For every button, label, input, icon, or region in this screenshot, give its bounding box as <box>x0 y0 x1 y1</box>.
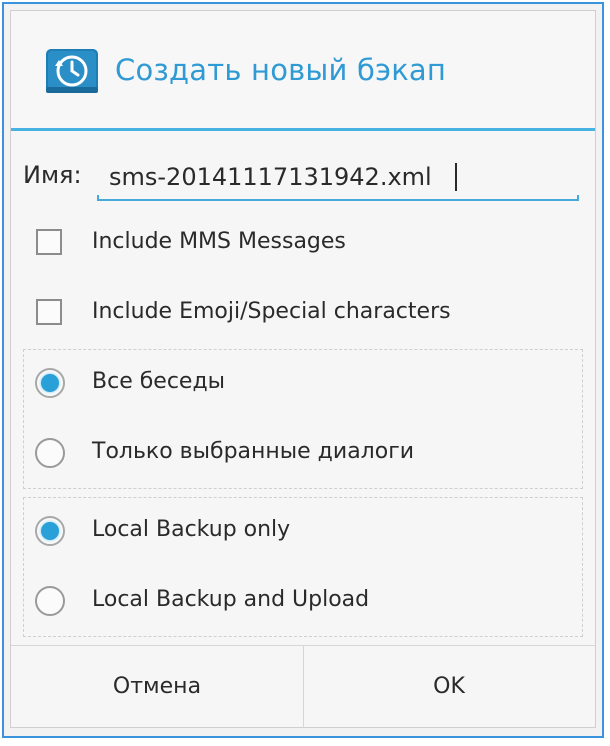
name-label: Имя: <box>23 161 82 189</box>
include-mms-option[interactable]: Include MMS Messages <box>11 209 595 279</box>
all-conversations-radio[interactable] <box>35 368 65 398</box>
selected-dialogs-radio[interactable] <box>35 438 65 468</box>
create-backup-dialog: Создать новый бэкап Имя: sms-20141117131… <box>10 10 596 728</box>
input-underline <box>97 195 579 201</box>
include-emoji-checkbox[interactable] <box>36 299 62 325</box>
local-backup-upload-label: Local Backup and Upload <box>92 587 370 612</box>
dialog-titlebar: Создать новый бэкап <box>11 11 595 129</box>
radio-selected-dot <box>41 522 59 540</box>
include-mms-label: Include MMS Messages <box>92 229 346 254</box>
name-row: Имя: sms-20141117131942.xml <box>11 141 595 211</box>
text-cursor <box>455 163 457 191</box>
radio-selected-dot <box>41 374 59 392</box>
backup-clock-icon <box>46 49 98 93</box>
all-conversations-label: Все беседы <box>92 369 226 394</box>
include-emoji-label: Include Emoji/Special characters <box>92 299 451 324</box>
ok-button[interactable]: OK <box>303 646 595 728</box>
selected-dialogs-label: Только выбранные диалоги <box>92 439 415 464</box>
dialog-button-bar: Отмена OK <box>11 645 595 728</box>
local-backup-only-radio[interactable] <box>35 516 65 546</box>
local-backup-upload-option[interactable]: Local Backup and Upload <box>11 567 595 637</box>
title-divider <box>11 128 595 131</box>
filename-value: sms-20141117131942.xml <box>109 163 432 191</box>
cancel-button[interactable]: Отмена <box>11 646 303 728</box>
local-backup-only-label: Local Backup only <box>92 517 291 542</box>
local-backup-only-option[interactable]: Local Backup only <box>11 497 595 567</box>
all-conversations-option[interactable]: Все беседы <box>11 349 595 419</box>
filename-input[interactable]: sms-20141117131942.xml <box>97 151 579 203</box>
local-backup-upload-radio[interactable] <box>35 586 65 616</box>
include-mms-checkbox[interactable] <box>36 229 62 255</box>
include-emoji-option[interactable]: Include Emoji/Special characters <box>11 279 595 349</box>
dialog-title: Создать новый бэкап <box>115 53 447 87</box>
selected-dialogs-option[interactable]: Только выбранные диалоги <box>11 419 595 489</box>
